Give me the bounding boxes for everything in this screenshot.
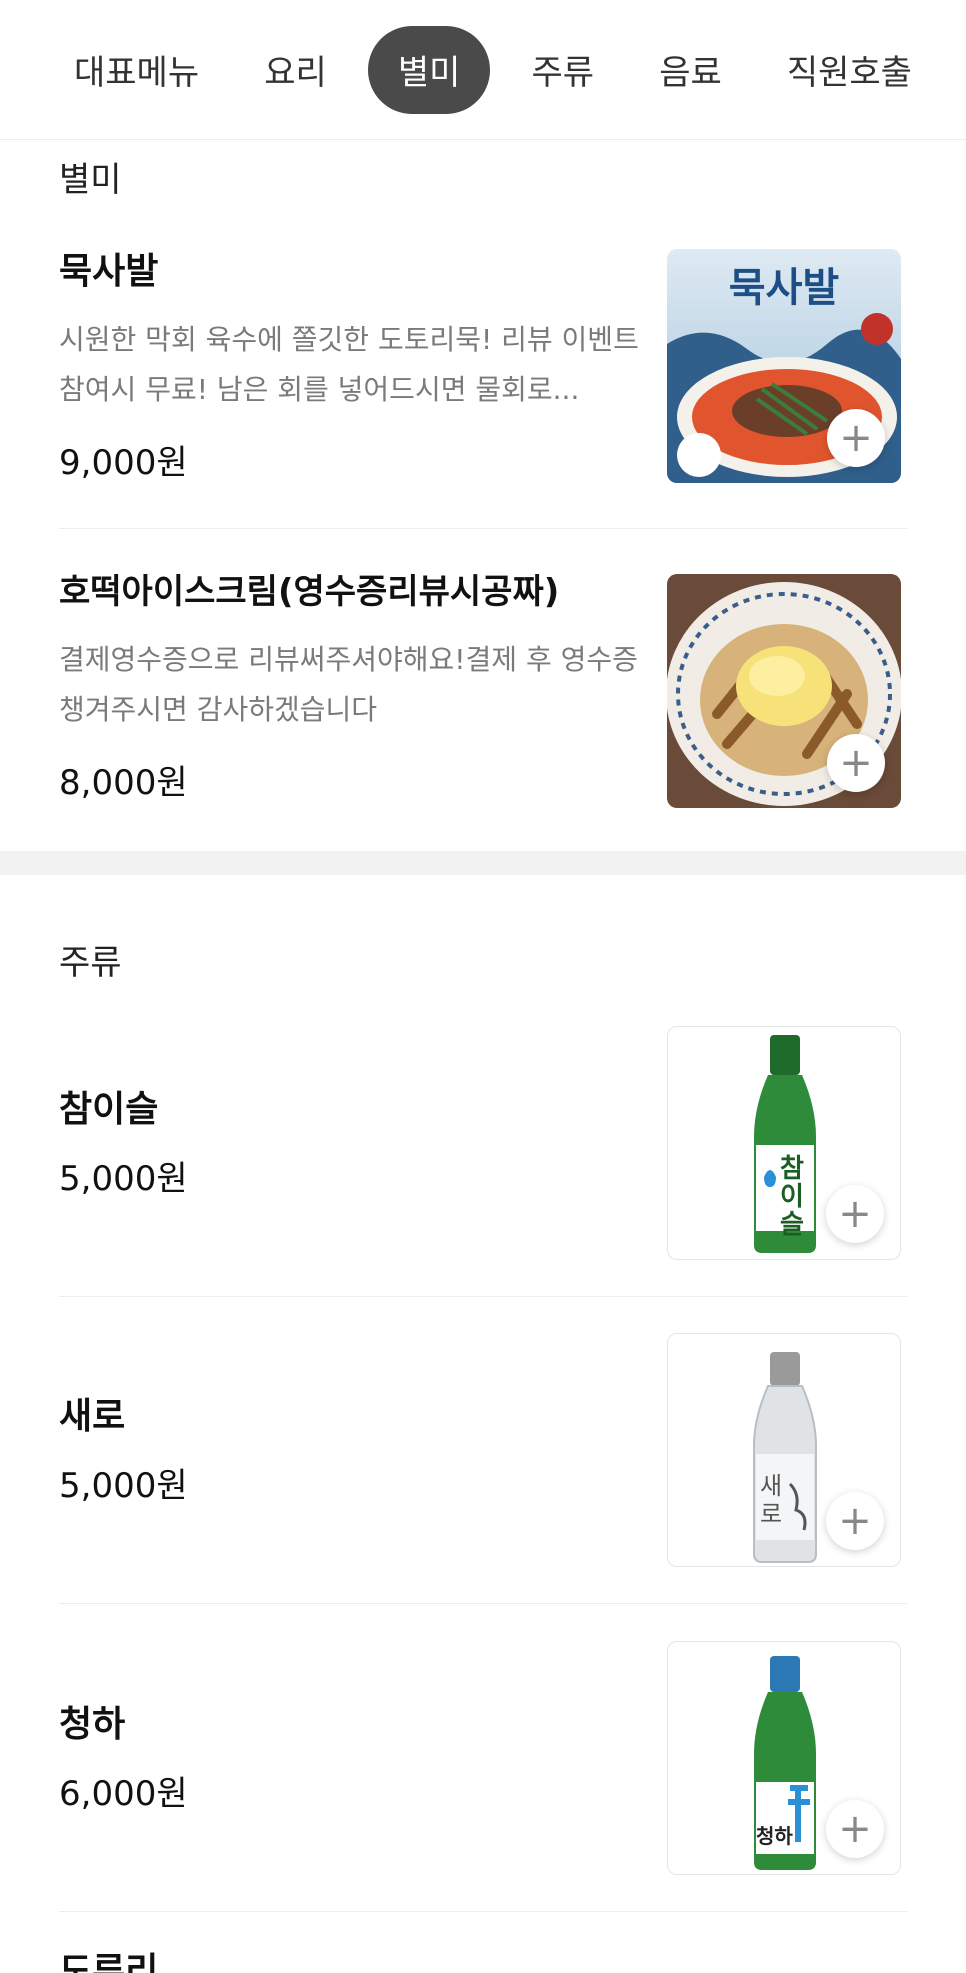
section-title-alcohol: 주류	[59, 943, 122, 983]
add-to-cart-button[interactable]: +	[827, 409, 885, 467]
section-title-specialties: 별미	[59, 160, 122, 200]
menu-item[interactable]: 도루리	[59, 1950, 907, 1973]
tab-alcohol[interactable]: 주류	[508, 26, 619, 114]
add-to-cart-button[interactable]: +	[826, 1185, 884, 1243]
tab-dishes[interactable]: 요리	[240, 26, 351, 114]
plus-icon: +	[839, 740, 873, 786]
plus-icon: +	[838, 1191, 872, 1237]
category-tabs: 대표메뉴 요리 별미 주류 음료 직원호출	[0, 0, 966, 140]
plus-icon: +	[838, 1498, 872, 1544]
item-name: 도루리	[59, 1951, 159, 1973]
divider	[59, 1911, 907, 1912]
item-image[interactable]: 묵사발 +	[667, 249, 901, 483]
plus-icon: +	[838, 1806, 872, 1852]
tab-specialties[interactable]: 별미	[367, 25, 491, 114]
divider	[59, 1296, 907, 1297]
tab-beverages[interactable]: 음료	[635, 26, 746, 114]
item-image[interactable]: +	[667, 574, 901, 808]
item-description: 결제영수증으로 리뷰써주셔야해요!결제 후 영수증 챙겨주시면 감사하겠습니다	[59, 642, 638, 726]
image-title-text: 묵사발	[728, 265, 840, 311]
item-image[interactable]: 새로 +	[667, 1333, 901, 1567]
item-description: 시원한 막회 육수에 쫄깃한 도토리묵! 리뷰 이벤트 참여시 무료! 남은 회…	[59, 323, 639, 407]
add-to-cart-button[interactable]: +	[827, 734, 885, 792]
tab-signature[interactable]: 대표메뉴	[50, 26, 223, 114]
plus-icon: +	[839, 415, 873, 461]
bottle-label: 새로	[760, 1472, 783, 1528]
bottle-label: 청하	[756, 1824, 793, 1848]
divider	[59, 1603, 907, 1604]
section-separator	[0, 851, 966, 875]
divider	[59, 528, 907, 529]
menu-page: 대표메뉴 요리 별미 주류 음료 직원호출 별미 묵사발 시원한 막회 육수에 …	[0, 0, 966, 1973]
bottle-label: 참이슬	[780, 1154, 804, 1240]
tab-call-staff[interactable]: 직원호출	[763, 26, 936, 114]
add-to-cart-button[interactable]: +	[826, 1492, 884, 1550]
add-to-cart-button[interactable]: +	[826, 1800, 884, 1858]
item-image[interactable]: 참이슬 +	[667, 1026, 901, 1260]
item-image[interactable]: 청하 +	[667, 1641, 901, 1875]
